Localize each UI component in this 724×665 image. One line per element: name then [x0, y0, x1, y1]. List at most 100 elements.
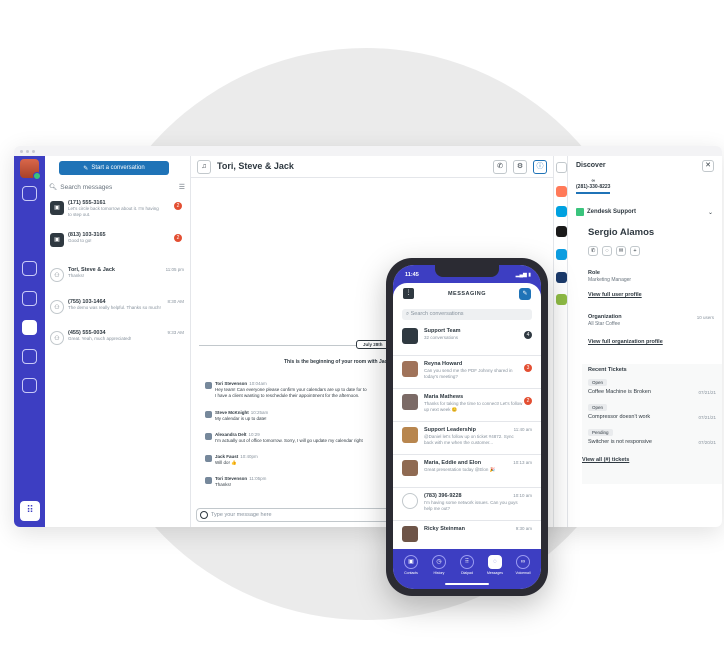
intercom-icon[interactable] [556, 249, 567, 260]
call-icon[interactable]: ✆ [493, 160, 507, 174]
dialpad-icon: ⠿ [460, 555, 474, 569]
author-name: Steve McKnight [215, 410, 249, 415]
phone-search-input[interactable]: ⌕ Search conversations [402, 309, 532, 320]
list-item[interactable]: ⚇ (455) 555-0034 Great. Yeah, much appre… [50, 330, 186, 356]
ticket-title[interactable]: Coffee Machine is Broken [588, 389, 651, 395]
call-icon[interactable]: ✆ [588, 246, 598, 256]
mail-icon[interactable]: ✉ [616, 246, 626, 256]
unread-badge: 2 [524, 397, 532, 405]
list-item-time: 11:40 am [513, 427, 532, 432]
panel-title: Discover [576, 162, 606, 169]
list-item[interactable]: Maria Mathews Thanks for taking the time… [393, 389, 541, 422]
phone-tab-bar: ▣ Contacts ◷ History ⠿ Dialpad ◌ Messages ∞ V… [393, 549, 541, 589]
contacts-icon: ▣ [404, 555, 418, 569]
list-item[interactable]: ▣ (813) 103-3165 Good to go! 2 [50, 232, 186, 258]
conversation-list: ✎ Start a conversation 🔍︎ Search message… [45, 156, 191, 527]
list-item[interactable]: Support Leadership @Daniel let's follow … [393, 422, 541, 455]
user-profile-link[interactable]: View full user profile [588, 292, 642, 298]
message-body: I'm actually out of office tomorrow. Sor… [215, 438, 363, 443]
tab-contacts[interactable]: ▣ Contacts [398, 555, 424, 575]
tab-history[interactable]: ◷ History [426, 555, 452, 575]
composer-placeholder: Type your message here [211, 512, 272, 518]
hubspot-icon[interactable] [556, 186, 567, 197]
org-users: 10 users [696, 315, 714, 320]
status-badge: Open [588, 379, 608, 386]
dialpad-icon[interactable]: ⠿ [20, 501, 40, 521]
nav-rail: ⠿ [14, 156, 45, 527]
list-item-title: Support Team [424, 328, 461, 334]
phone-icon[interactable] [22, 291, 37, 306]
list-item[interactable]: ⚇ Tori, Steve & Jack Thanks! 11:05 pm [50, 267, 186, 293]
user-avatar[interactable] [20, 159, 41, 180]
ticket-date: 07/20/21 [698, 440, 716, 445]
message-time: 10:25am [250, 410, 269, 415]
list-item[interactable]: ⚇ (755) 103-1464 The demo was really hel… [50, 299, 186, 325]
zendesk-header[interactable]: Zendesk Support ⌄ [576, 208, 713, 216]
calendar-icon[interactable] [22, 349, 37, 364]
role-value: Marketing Manager [588, 277, 632, 283]
app-name: Zendesk Support [587, 209, 637, 215]
apps-strip [553, 156, 568, 527]
search-messages[interactable]: 🔍︎ Search messages ☰ [49, 181, 185, 193]
start-conversation-button[interactable]: ✎ Start a conversation [59, 161, 169, 175]
list-item-preview: Good to go! [68, 238, 92, 243]
group-avatar-icon: ▣ [50, 233, 64, 247]
avatar [402, 394, 418, 410]
org-profile-link[interactable]: View full organization profile [588, 339, 663, 345]
headset-icon[interactable] [22, 378, 37, 393]
app-window: ⠿ ✎ Start a conversation 🔍︎ Search messa… [14, 146, 722, 527]
unread-badge: 2 [174, 202, 182, 210]
filter-icon[interactable]: ☰ [179, 183, 185, 191]
list-item-time: 9:33 AM [167, 330, 184, 335]
info-icon[interactable]: ⓘ [533, 160, 547, 174]
inbox-icon[interactable] [22, 186, 37, 201]
emoji-icon[interactable] [200, 511, 208, 519]
zendesk-icon[interactable] [556, 226, 567, 237]
compose-icon[interactable]: ✎ [519, 288, 531, 300]
list-item-time: 8:30 AM [167, 299, 184, 304]
tab-label: Dialpad [461, 571, 473, 575]
avatar [402, 361, 418, 377]
person-icon [402, 493, 418, 509]
all-tickets-link[interactable]: View all (#) tickets [582, 457, 629, 463]
ticket-title[interactable]: Switcher is not responsive [588, 439, 652, 445]
gear-icon[interactable]: ⚙ [513, 160, 527, 174]
list-item-title: Ricky Steinman [424, 526, 465, 532]
bolt-icon[interactable] [556, 162, 567, 173]
ticket-title[interactable]: Compressor doesn't work [588, 414, 650, 420]
list-item[interactable]: ▣ (171) 555-3161 Let's circle back tomor… [50, 200, 186, 226]
phone-notch [435, 265, 499, 277]
bell-icon[interactable]: ♫ [197, 160, 211, 174]
list-item[interactable]: Maria, Eddie and Elon Great presentation… [393, 455, 541, 488]
app-icon[interactable] [556, 294, 567, 305]
contacts-icon[interactable] [22, 261, 37, 276]
tab-voicemail[interactable]: ∞ Voicemail [510, 555, 536, 575]
list-item[interactable]: Reyna Howard Can you send me the PDF Joh… [393, 356, 541, 389]
chat-icon[interactable]: ◌ [602, 246, 612, 256]
list-item-preview: Thanks! [68, 273, 85, 278]
list-item[interactable]: (783) 396-9228 I'm having some network i… [393, 488, 541, 521]
chevron-down-icon[interactable]: ⌄ [708, 209, 713, 216]
room-beginning-text: This is the beginning of your room with … [284, 359, 398, 365]
message-time: 10:29 [248, 432, 260, 437]
tab-messages[interactable]: ◌ Messages [482, 555, 508, 575]
salesforce-icon[interactable] [556, 206, 567, 217]
list-item-preview: Thanks for taking the time to connect! L… [424, 401, 523, 412]
list-item-preview: Great presentation today @Elon 🎉 [424, 467, 496, 472]
tab-dialpad[interactable]: ⠿ Dialpad [454, 555, 480, 575]
plus-icon[interactable]: + [630, 246, 640, 256]
author-name: Alexandra Delt [215, 432, 247, 437]
avatar [402, 427, 418, 443]
list-item-preview: Can you send me the PDF Johnny shared in… [424, 368, 513, 379]
messages-icon[interactable] [22, 320, 37, 335]
app-icon[interactable] [556, 272, 567, 283]
tab-label: History [433, 571, 445, 575]
discover-panel: Discover ✕ ∞ (281)-330-8223 Zendesk Supp… [568, 156, 722, 527]
list-item[interactable]: Support Team 32 conversations 4 [393, 323, 541, 356]
group-avatar-icon [402, 328, 418, 344]
close-icon[interactable]: ✕ [702, 160, 714, 172]
org-value: All Star Coffee [588, 321, 621, 327]
list-item-title: Support Leadership [424, 427, 476, 433]
person-icon: ⚇ [50, 300, 64, 314]
message-time: 10:04am [249, 381, 267, 386]
